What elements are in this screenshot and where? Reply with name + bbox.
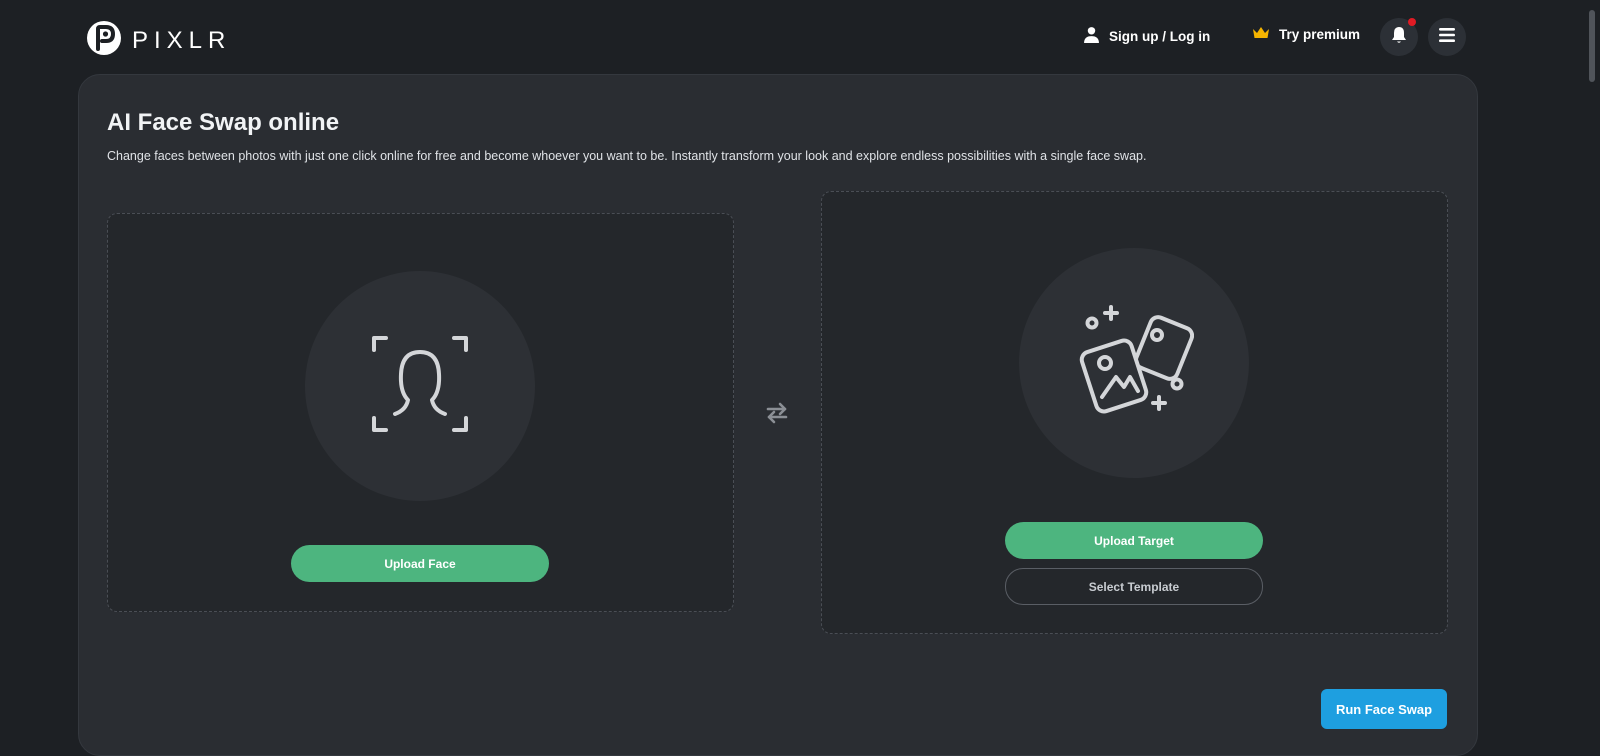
bell-icon: [1391, 26, 1407, 49]
try-premium-link[interactable]: Try premium: [1252, 26, 1360, 43]
images-sparkle-icon: [1074, 301, 1195, 426]
signup-login-link[interactable]: Sign up / Log in: [1083, 26, 1210, 46]
hamburger-menu-icon: [1438, 27, 1456, 48]
swap-arrows-icon: [763, 402, 791, 431]
run-face-swap-button[interactable]: Run Face Swap: [1321, 689, 1447, 729]
swap-direction-button[interactable]: [763, 399, 791, 432]
page-description: Change faces between photos with just on…: [107, 149, 1147, 163]
face-placeholder-circle: [305, 271, 535, 501]
main-menu-button[interactable]: [1428, 18, 1466, 56]
page-scrollbar[interactable]: [1584, 0, 1600, 724]
notification-badge: [1408, 18, 1416, 26]
try-premium-label: Try premium: [1279, 27, 1361, 42]
user-icon: [1083, 26, 1100, 46]
face-swap-panel: AI Face Swap online Change faces between…: [78, 74, 1478, 756]
target-placeholder-circle: [1019, 248, 1249, 478]
face-upload-dropzone[interactable]: Upload Face: [107, 213, 734, 612]
pixlr-logo-icon: [86, 20, 122, 61]
top-navigation-bar: PIXLR Sign up / Log in Try premium: [0, 0, 1600, 72]
target-upload-dropzone[interactable]: Upload Target Select Template: [821, 191, 1448, 634]
upload-face-button[interactable]: Upload Face: [291, 545, 549, 582]
pixlr-logo[interactable]: PIXLR: [86, 20, 231, 61]
signup-login-label: Sign up / Log in: [1109, 28, 1211, 44]
crown-icon: [1252, 26, 1270, 43]
notifications-button[interactable]: [1380, 18, 1418, 56]
select-template-button[interactable]: Select Template: [1005, 568, 1263, 605]
upload-target-button[interactable]: Upload Target: [1005, 522, 1263, 559]
logo-text: PIXLR: [132, 26, 232, 54]
page-title: AI Face Swap online: [107, 109, 340, 136]
scrollbar-thumb[interactable]: [1589, 10, 1595, 82]
face-scan-icon: [370, 334, 470, 439]
